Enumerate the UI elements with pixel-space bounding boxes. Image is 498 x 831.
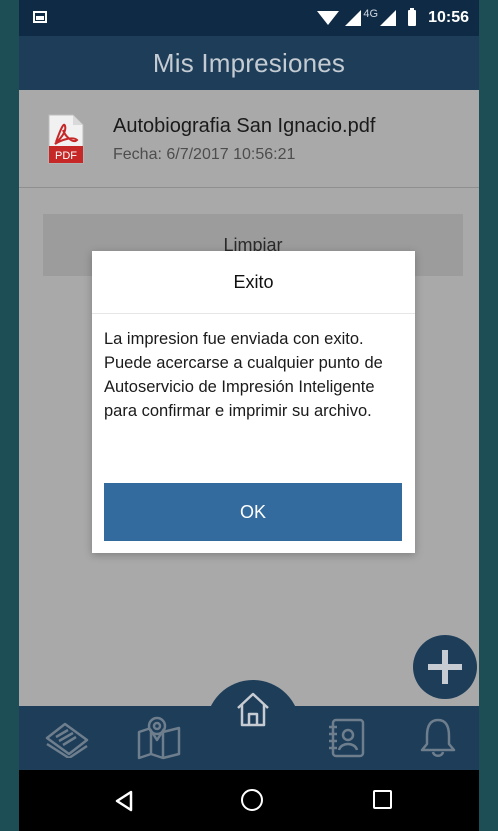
pdf-badge-label: PDF [55, 150, 77, 162]
dialog-title: Exito [92, 251, 415, 314]
recents-icon[interactable] [373, 790, 392, 809]
file-name: Autobiografia San Ignacio.pdf [113, 115, 376, 137]
success-dialog: Exito La impresion fue enviada con exito… [92, 251, 415, 553]
app-screen: 4G 10:56 Mis Impresiones PDF Autobiograf… [19, 0, 479, 831]
map-icon[interactable] [135, 714, 183, 762]
print-list-item[interactable]: PDF Autobiografia San Ignacio.pdf Fecha:… [19, 90, 479, 188]
file-date: Fecha: 6/7/2017 10:56:21 [113, 146, 296, 163]
signal-icon-2 [380, 10, 397, 26]
contacts-icon[interactable] [325, 718, 367, 758]
clock: 10:56 [428, 9, 469, 26]
divider [19, 187, 479, 188]
page-title: Mis Impresiones [152, 48, 346, 78]
bell-icon[interactable] [419, 716, 457, 758]
back-icon[interactable] [113, 790, 135, 812]
battery-icon [408, 8, 417, 26]
system-nav-bar [19, 770, 479, 831]
add-button[interactable] [413, 635, 477, 699]
dialog-message: La impresion fue enviada con exito. Pued… [104, 330, 383, 420]
pdf-file-icon: PDF [47, 114, 85, 164]
wifi-icon [317, 11, 340, 25]
status-bar: 4G 10:56 [19, 0, 479, 36]
network-type-label: 4G [363, 8, 379, 20]
tickets-icon[interactable] [43, 718, 91, 758]
home-circle-icon[interactable] [241, 789, 263, 811]
app-bar: Mis Impresiones [19, 36, 479, 90]
signal-icon [345, 10, 362, 26]
home-icon [237, 692, 269, 727]
home-tab[interactable] [206, 680, 300, 738]
ok-button[interactable]: OK [104, 483, 402, 541]
image-notification-icon [33, 11, 47, 23]
